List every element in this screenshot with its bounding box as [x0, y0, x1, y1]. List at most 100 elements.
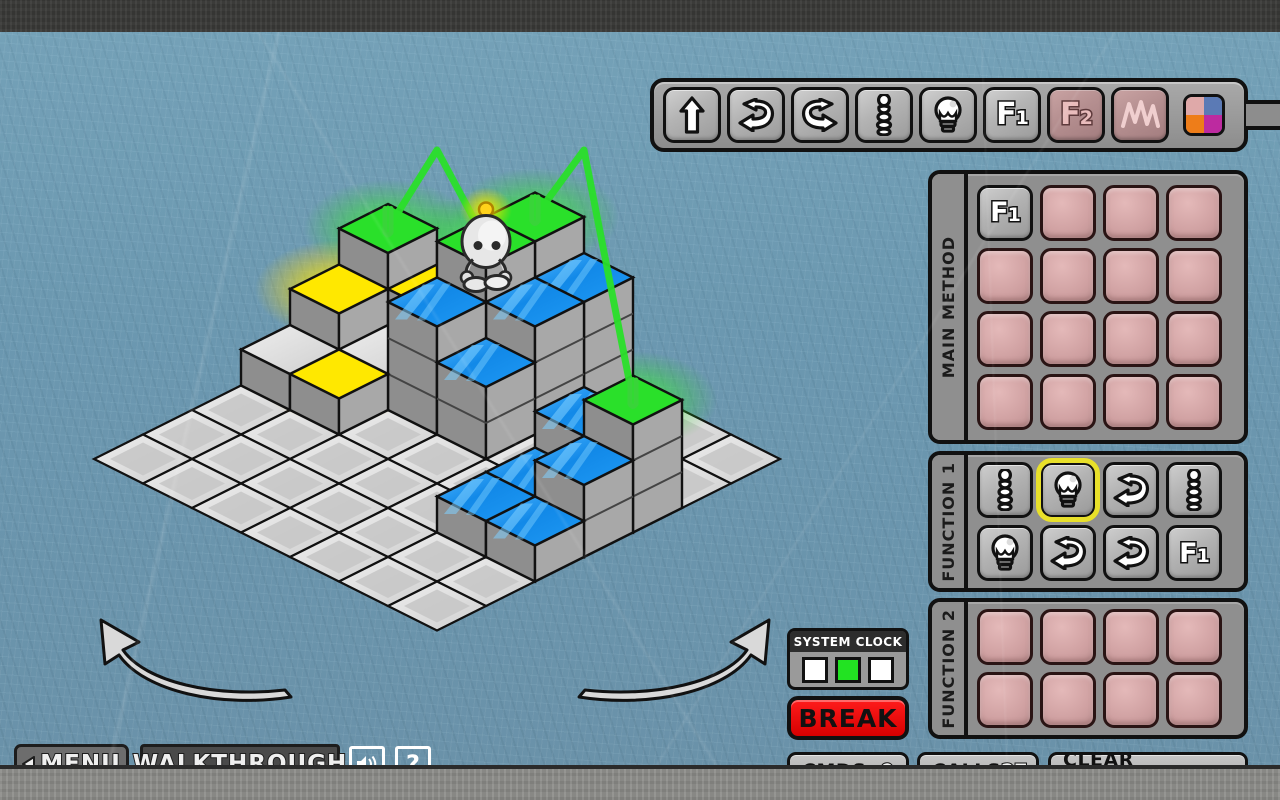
- function-1-slot-1[interactable]: [977, 462, 1033, 518]
- clear-commands-label: CLEAR COMMANDS: [1063, 749, 1134, 765]
- function-1-grid[interactable]: F1: [968, 455, 1244, 588]
- rotate-left-arrow-icon[interactable]: [95, 612, 295, 702]
- menu-label: MENU: [39, 750, 121, 765]
- main-method-grid[interactable]: F1: [968, 174, 1244, 440]
- back-triangle-icon: [22, 756, 36, 765]
- function-1-title: FUNCTION 1: [938, 461, 958, 582]
- main-method-slot-11[interactable]: [1103, 310, 1159, 367]
- jump-icon: [995, 469, 1015, 511]
- clear-commands-button[interactable]: CLEAR COMMANDS: [1048, 749, 1248, 765]
- function-2-slot-3[interactable]: [1103, 609, 1159, 665]
- main-method-slot-4[interactable]: [1166, 184, 1222, 241]
- main-method-slot-12[interactable]: [1166, 310, 1222, 367]
- function-1-slot-6[interactable]: [1040, 525, 1096, 581]
- main-method-slot-5[interactable]: [977, 247, 1033, 304]
- main-method-title: MAIN METHOD: [938, 235, 958, 379]
- f2-icon: F2: [1059, 97, 1095, 132]
- sound-toggle-button[interactable]: [349, 746, 385, 765]
- function-1-label-rail: FUNCTION 1: [932, 455, 968, 588]
- jump-icon: [1184, 469, 1204, 511]
- walkthrough-label: WALKTHROUGH: [132, 750, 348, 765]
- toolbar-forward-button[interactable]: [663, 87, 721, 143]
- main-method-slot-13[interactable]: [977, 373, 1033, 430]
- help-button[interactable]: ?: [395, 746, 431, 765]
- color-swatch-icon: [1183, 94, 1225, 136]
- zigzag-icon: [1120, 98, 1160, 132]
- function-1-slot-4[interactable]: [1166, 462, 1222, 518]
- function-2-label-rail: FUNCTION 2: [932, 602, 968, 735]
- function-1-slot-7[interactable]: [1103, 525, 1159, 581]
- main-method-slot-8[interactable]: [1166, 247, 1222, 304]
- function-2-slot-7[interactable]: [1103, 672, 1159, 728]
- function-2-title: FUNCTION 2: [938, 608, 958, 729]
- robot-avatar: [459, 187, 513, 293]
- rotate-right-arrow-icon[interactable]: [575, 612, 775, 702]
- system-clock-tick-1: [802, 657, 828, 683]
- function-1-panel[interactable]: FUNCTION 1 F1: [928, 451, 1248, 592]
- main-method-slot-16[interactable]: [1166, 373, 1222, 430]
- toolbar-turn-left-button[interactable]: [727, 87, 785, 143]
- toolbar-jump-button[interactable]: [855, 87, 913, 143]
- function-1-slot-2[interactable]: [1036, 458, 1100, 522]
- main-method-slot-10[interactable]: [1040, 310, 1096, 367]
- f1-icon: F1: [995, 97, 1031, 132]
- walkthrough-button[interactable]: WALKTHROUGH: [132, 744, 347, 765]
- lightbulb-icon: [1051, 471, 1085, 509]
- main-method-slot-7[interactable]: [1103, 247, 1159, 304]
- function-2-slot-1[interactable]: [977, 609, 1033, 665]
- turn-left-icon: [1111, 536, 1151, 570]
- jump-icon: [874, 94, 894, 136]
- function-1-slot-8[interactable]: F1: [1166, 525, 1222, 581]
- f1-icon: F1: [989, 197, 1023, 228]
- window-bottom-bar: [0, 769, 1280, 800]
- system-clock-tick-2: [835, 657, 861, 683]
- break-button[interactable]: BREAK: [787, 696, 909, 740]
- command-palette-toolbar[interactable]: F1 F2: [650, 78, 1248, 152]
- main-method-panel[interactable]: MAIN METHOD F1: [928, 170, 1248, 444]
- function-2-slot-8[interactable]: [1166, 672, 1222, 728]
- main-method-slot-6[interactable]: [1040, 247, 1096, 304]
- system-clock-ticks: [790, 652, 906, 688]
- toolbar-call-f1-button[interactable]: F1: [983, 87, 1041, 143]
- window-top-bar: [0, 0, 1280, 32]
- main-method-slot-3[interactable]: [1103, 184, 1159, 241]
- toolbar-call-f2-button[interactable]: F2: [1047, 87, 1105, 143]
- function-2-grid[interactable]: [968, 602, 1244, 735]
- toolbar-color-palette-button[interactable]: [1175, 87, 1233, 143]
- function-2-slot-6[interactable]: [1040, 672, 1096, 728]
- function-2-slot-5[interactable]: [977, 672, 1033, 728]
- f1-icon: F1: [1178, 537, 1212, 569]
- main-method-slot-9[interactable]: [977, 310, 1033, 367]
- toolbar-turn-right-button[interactable]: [791, 87, 849, 143]
- system-clock-tick-3: [868, 657, 894, 683]
- main-method-label-rail: MAIN METHOD: [932, 174, 968, 440]
- turn-left-icon: [1111, 473, 1151, 507]
- function-1-slot-3[interactable]: [1103, 462, 1159, 518]
- system-clock: SYSTEM CLOCK: [787, 628, 909, 690]
- game-stage: F1 F2 MAIN METHOD F1 FUNCTION 1 F1 FUNCTI…: [0, 32, 1280, 765]
- toolbar-connector: [1246, 100, 1280, 130]
- system-clock-title: SYSTEM CLOCK: [790, 631, 906, 652]
- lightbulb-icon: [931, 96, 965, 134]
- function-2-slot-4[interactable]: [1166, 609, 1222, 665]
- main-method-slot-15[interactable]: [1103, 373, 1159, 430]
- turn-left-icon: [1048, 536, 1088, 570]
- speaker-icon: [357, 755, 377, 765]
- main-method-slot-14[interactable]: [1040, 373, 1096, 430]
- menu-button[interactable]: MENU: [14, 744, 129, 765]
- toolbar-zigzag-button[interactable]: [1111, 87, 1169, 143]
- main-method-slot-1[interactable]: F1: [977, 184, 1033, 241]
- goal-beams: [382, 146, 639, 409]
- turn-right-icon: [800, 98, 840, 132]
- calls-counter[interactable]: CALLS 27: [917, 752, 1039, 765]
- question-mark-icon: ?: [406, 750, 420, 765]
- turn-left-icon: [736, 98, 776, 132]
- cmds-counter[interactable]: CMDS 9: [787, 752, 909, 765]
- function-2-slot-2[interactable]: [1040, 609, 1096, 665]
- function-2-panel[interactable]: FUNCTION 2: [928, 598, 1248, 739]
- toolbar-light-button[interactable]: [919, 87, 977, 143]
- main-method-slot-2[interactable]: [1040, 184, 1096, 241]
- function-1-slot-5[interactable]: [977, 525, 1033, 581]
- lightbulb-icon: [988, 534, 1022, 572]
- arrow-up-icon: [679, 96, 705, 134]
